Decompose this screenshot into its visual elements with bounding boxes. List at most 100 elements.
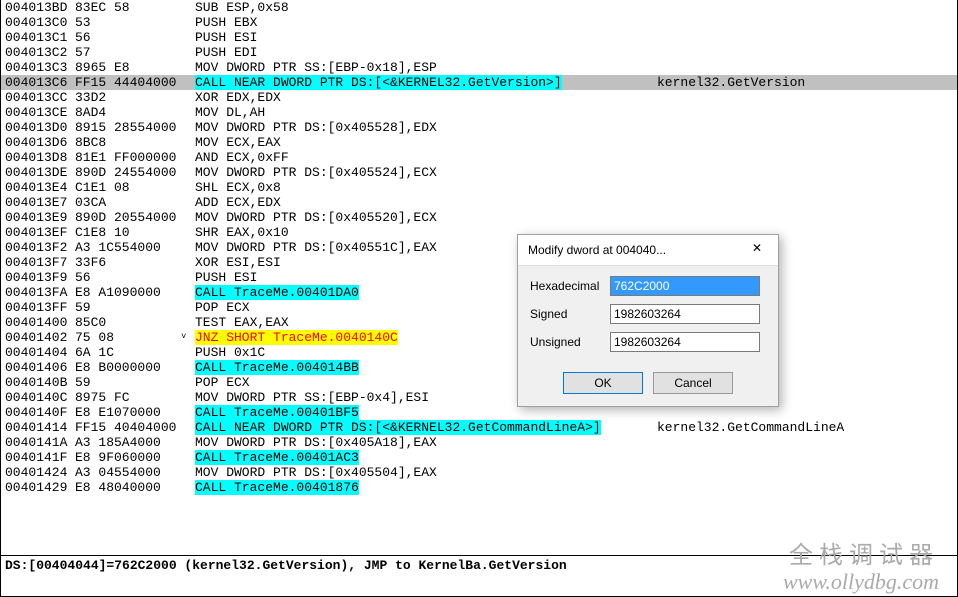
address-cell: 004013F2 bbox=[1, 240, 73, 255]
disasm-row[interactable]: 004013BD83EC 58SUB ESP,0x58 bbox=[1, 0, 957, 15]
address-cell: 004013C6 bbox=[1, 75, 73, 90]
disassembly-view[interactable]: 004013BD83EC 58SUB ESP,0x58004013C053PUS… bbox=[1, 0, 957, 555]
disasm-row[interactable]: 004013CC33D2XOR EDX,EDX bbox=[1, 90, 957, 105]
address-cell: 004013CE bbox=[1, 105, 73, 120]
disasm-row[interactable]: 004013D68BC8MOV ECX,EAX bbox=[1, 135, 957, 150]
disasm-cell: PUSH EBX bbox=[193, 15, 655, 30]
bytes-cell: E8 A1090000 bbox=[73, 285, 193, 300]
hex-input[interactable] bbox=[610, 276, 760, 296]
disasm-row[interactable]: 004013C38965 E8MOV DWORD PTR SS:[EBP-0x1… bbox=[1, 60, 957, 75]
comment-cell bbox=[655, 135, 957, 150]
comment-cell bbox=[655, 120, 957, 135]
bytes-cell: 56 bbox=[73, 270, 193, 285]
disasm-row[interactable]: 004013C156PUSH ESI bbox=[1, 30, 957, 45]
comment-cell: kernel32.GetCommandLineA bbox=[655, 420, 957, 435]
disasm-cell: MOV DL,AH bbox=[193, 105, 655, 120]
disasm-row[interactable]: 004013C257PUSH EDI bbox=[1, 45, 957, 60]
disasm-row[interactable]: 00401429E8 48040000CALL TraceMe.00401876 bbox=[1, 480, 957, 495]
comment-cell bbox=[655, 45, 957, 60]
ok-button[interactable]: OK bbox=[563, 372, 643, 394]
address-cell: 004013C2 bbox=[1, 45, 73, 60]
comment-cell bbox=[655, 405, 957, 420]
comment-cell bbox=[655, 165, 957, 180]
address-cell: 0040140C bbox=[1, 390, 73, 405]
disasm-row[interactable]: 0040140275 08˅JNZ SHORT TraceMe.0040140C bbox=[1, 330, 957, 345]
jump-marker-icon: ˅ bbox=[181, 330, 186, 345]
disasm-row[interactable]: 004013F733F6XOR ESI,ESI bbox=[1, 255, 957, 270]
disasm-row[interactable]: 004013D881E1 FF000000AND ECX,0xFF bbox=[1, 150, 957, 165]
comment-cell bbox=[655, 465, 957, 480]
address-cell: 00401414 bbox=[1, 420, 73, 435]
disasm-row[interactable]: 00401424A3 04554000MOV DWORD PTR DS:[0x4… bbox=[1, 465, 957, 480]
bytes-cell: 8BC8 bbox=[73, 135, 193, 150]
bytes-cell: C1E1 08 bbox=[73, 180, 193, 195]
dialog-title-text: Modify dword at 004040... bbox=[528, 243, 666, 257]
address-cell: 004013C1 bbox=[1, 30, 73, 45]
comment-cell bbox=[655, 180, 957, 195]
status-bar: DS:[00404044]=762C2000 (kernel32.GetVers… bbox=[1, 555, 957, 573]
disasm-row[interactable]: 004013E703CAADD ECX,EDX bbox=[1, 195, 957, 210]
bytes-cell: A3 185A4000 bbox=[73, 435, 193, 450]
bytes-cell: 59 bbox=[73, 300, 193, 315]
address-cell: 0040140F bbox=[1, 405, 73, 420]
disasm-row[interactable]: 004013F956PUSH ESI bbox=[1, 270, 957, 285]
address-cell: 004013D0 bbox=[1, 120, 73, 135]
disasm-row[interactable]: 00401406E8 B0000000CALL TraceMe.004014BB bbox=[1, 360, 957, 375]
disasm-row[interactable]: 0040140B59POP ECX bbox=[1, 375, 957, 390]
address-cell: 004013BD bbox=[1, 0, 73, 15]
bytes-cell: FF15 40404000 bbox=[73, 420, 193, 435]
disasm-row[interactable]: 0040140FE8 E1070000CALL TraceMe.00401BF5 bbox=[1, 405, 957, 420]
disasm-row[interactable]: 004013DE890D 24554000MOV DWORD PTR DS:[0… bbox=[1, 165, 957, 180]
unsigned-input[interactable] bbox=[610, 332, 760, 352]
disasm-row[interactable]: 004013CE8AD4MOV DL,AH bbox=[1, 105, 957, 120]
bytes-cell: 81E1 FF000000 bbox=[73, 150, 193, 165]
disasm-row[interactable]: 004013C053PUSH EBX bbox=[1, 15, 957, 30]
address-cell: 00401429 bbox=[1, 480, 73, 495]
disasm-row[interactable]: 004014046A 1CPUSH 0x1C bbox=[1, 345, 957, 360]
disasm-row[interactable]: 004013FF59POP ECX bbox=[1, 300, 957, 315]
address-cell: 00401424 bbox=[1, 465, 73, 480]
disasm-cell: CALL TraceMe.00401BF5 bbox=[193, 405, 655, 420]
comment-cell bbox=[655, 480, 957, 495]
comment-cell: kernel32.GetVersion bbox=[655, 75, 957, 90]
disasm-row[interactable]: 0040141FE8 9F060000CALL TraceMe.00401AC3 bbox=[1, 450, 957, 465]
comment-cell bbox=[655, 435, 957, 450]
address-cell: 004013E9 bbox=[1, 210, 73, 225]
disasm-cell: SUB ESP,0x58 bbox=[193, 0, 655, 15]
bytes-cell: 33F6 bbox=[73, 255, 193, 270]
disasm-row[interactable]: 004013F2A3 1C554000MOV DWORD PTR DS:[0x4… bbox=[1, 240, 957, 255]
cancel-button[interactable]: Cancel bbox=[653, 372, 733, 394]
disasm-row[interactable]: 0040140C8975 FCMOV DWORD PTR SS:[EBP-0x4… bbox=[1, 390, 957, 405]
disasm-cell: MOV DWORD PTR SS:[EBP-0x18],ESP bbox=[193, 60, 655, 75]
bytes-cell: 53 bbox=[73, 15, 193, 30]
address-cell: 004013D8 bbox=[1, 150, 73, 165]
address-cell: 004013FA bbox=[1, 285, 73, 300]
disasm-row[interactable]: 004013E9890D 20554000MOV DWORD PTR DS:[0… bbox=[1, 210, 957, 225]
address-cell: 004013D6 bbox=[1, 135, 73, 150]
disasm-cell: PUSH ESI bbox=[193, 30, 655, 45]
dialog-titlebar[interactable]: Modify dword at 004040... ✕ bbox=[518, 235, 778, 266]
signed-input[interactable] bbox=[610, 304, 760, 324]
close-icon[interactable]: ✕ bbox=[742, 241, 772, 259]
disasm-row[interactable]: 004013EFC1E8 10SHR EAX,0x10 bbox=[1, 225, 957, 240]
comment-cell bbox=[655, 450, 957, 465]
address-cell: 00401400 bbox=[1, 315, 73, 330]
address-cell: 004013FF bbox=[1, 300, 73, 315]
bytes-cell: 33D2 bbox=[73, 90, 193, 105]
bytes-cell: 83EC 58 bbox=[73, 0, 193, 15]
disasm-row[interactable]: 004013FAE8 A1090000CALL TraceMe.00401DA0 bbox=[1, 285, 957, 300]
bytes-cell: C1E8 10 bbox=[73, 225, 193, 240]
disasm-row[interactable]: 0040141AA3 185A4000MOV DWORD PTR DS:[0x4… bbox=[1, 435, 957, 450]
disasm-cell: MOV ECX,EAX bbox=[193, 135, 655, 150]
disasm-row[interactable]: 00401414FF15 40404000CALL NEAR DWORD PTR… bbox=[1, 420, 957, 435]
bytes-cell: A3 1C554000 bbox=[73, 240, 193, 255]
comment-cell bbox=[655, 0, 957, 15]
disasm-row[interactable]: 004013D08915 28554000MOV DWORD PTR DS:[0… bbox=[1, 120, 957, 135]
disasm-row[interactable]: 004013E4C1E1 08SHL ECX,0x8 bbox=[1, 180, 957, 195]
disasm-cell: CALL NEAR DWORD PTR DS:[<&KERNEL32.GetCo… bbox=[193, 420, 655, 435]
address-cell: 004013E7 bbox=[1, 195, 73, 210]
disasm-row[interactable]: 0040140085C0TEST EAX,EAX bbox=[1, 315, 957, 330]
bytes-cell: 8965 E8 bbox=[73, 60, 193, 75]
disasm-row[interactable]: 004013C6FF15 44404000CALL NEAR DWORD PTR… bbox=[1, 75, 957, 90]
bytes-cell: 8975 FC bbox=[73, 390, 193, 405]
